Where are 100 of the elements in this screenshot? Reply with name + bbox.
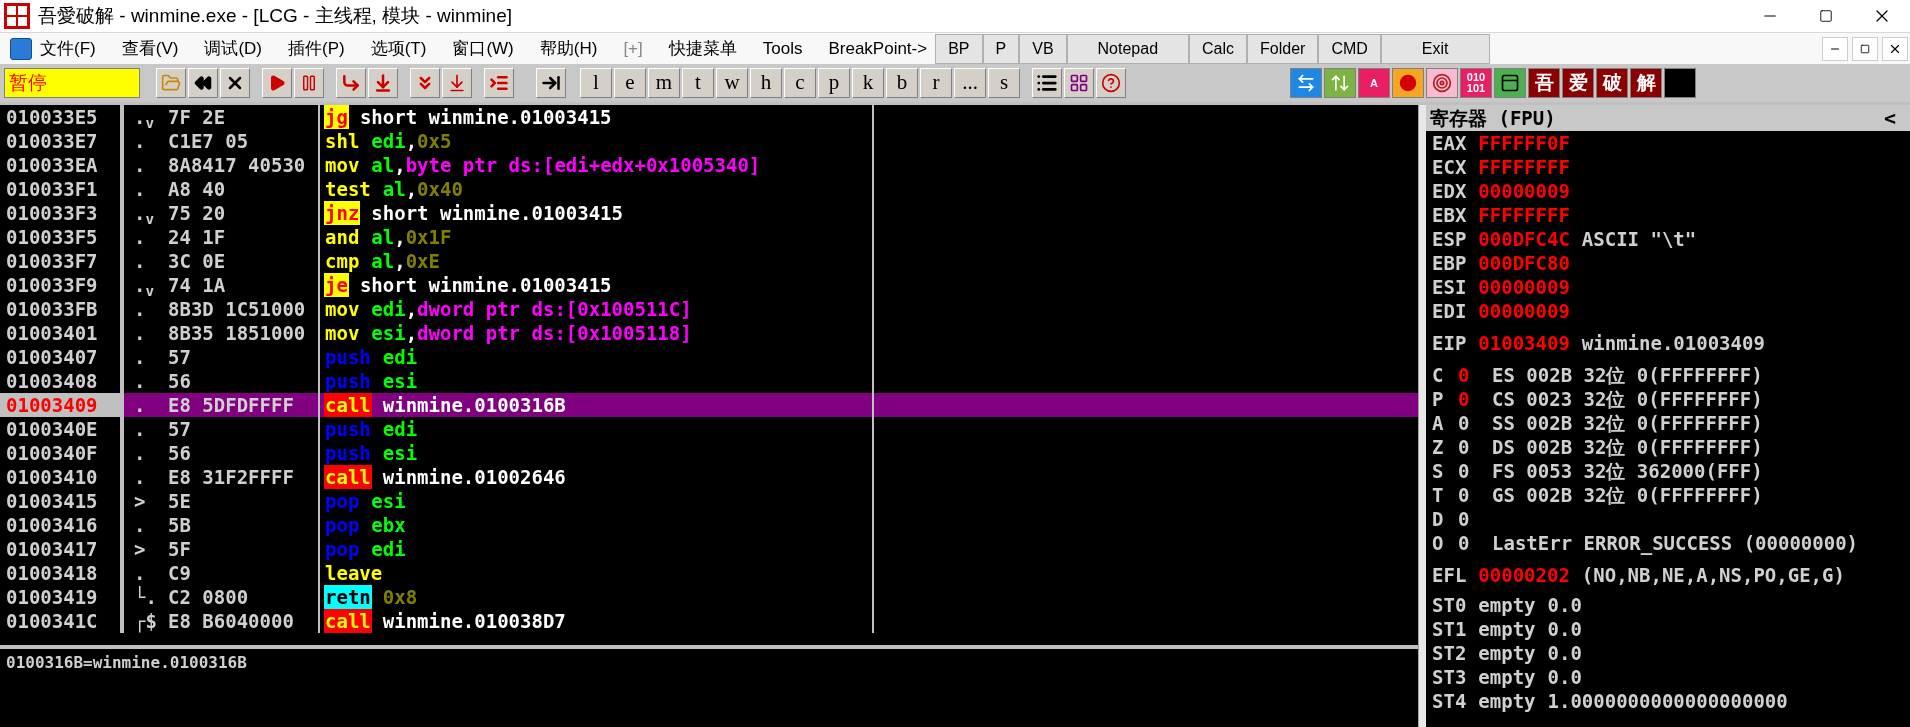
restore-icon[interactable] [1860, 43, 1870, 54]
mdi-restore-button[interactable] [1852, 36, 1878, 61]
jump-marker: . [133, 153, 147, 177]
address-cell-text: 0100341C [5, 609, 99, 633]
flag-value: 0 [1458, 387, 1471, 411]
register-name: ESP [1432, 227, 1467, 251]
menu-item[interactable]: 选项(T) [370, 35, 427, 62]
quick-button[interactable]: Calc [1189, 34, 1248, 64]
hex-bytes-cell-text: 75 20 [168, 201, 227, 225]
jump-marker: .$_{v}$ [133, 105, 156, 129]
plugin-button[interactable]: 破 [1596, 68, 1628, 98]
play-icon[interactable] [262, 68, 292, 98]
up-down-arrows-icon[interactable] [1324, 68, 1356, 98]
jump-marker: .$_{v}$ [133, 273, 156, 297]
plugin-button[interactable]: 解 [1630, 68, 1662, 98]
plugin-button[interactable]: 吾 [1528, 68, 1560, 98]
swap-arrows-icon[interactable] [1290, 68, 1322, 98]
window-letter-button[interactable]: r [920, 68, 952, 98]
flag-value: 0 [1458, 435, 1471, 459]
segment-info: GS 002B 32位 0(FFFFFFFF) [1492, 483, 1763, 507]
close-icon[interactable] [220, 68, 250, 98]
segment-info: FS 0053 32位 362000(FFF) [1492, 459, 1763, 483]
quick-button[interactable]: Notepad [1066, 34, 1190, 64]
quick-button[interactable]: VB [1019, 34, 1067, 64]
window-letter-button[interactable]: b [886, 68, 918, 98]
collapse-button[interactable]: < [1883, 105, 1896, 133]
empty-plugin-slot [1664, 68, 1696, 98]
address-cell-text: 01003408 [5, 369, 99, 393]
target-icon[interactable] [1426, 68, 1458, 98]
window-letter-button[interactable]: c [784, 68, 816, 98]
address-cell-text: 01003401 [5, 321, 99, 345]
address-cell-text: 010033F5 [5, 225, 99, 249]
instruction-cell-text: jnz short winmine.01003415 [323, 201, 624, 225]
hex-bytes-cell-text: C9 [168, 561, 192, 585]
instruction-cell-text: je short winmine.01003415 [323, 273, 613, 297]
address-cell-text: 010033F7 [5, 249, 99, 273]
register-name: ESI [1432, 275, 1467, 299]
go-to-icon[interactable] [536, 68, 566, 98]
menu-item[interactable]: 调试(D) [204, 35, 262, 62]
address-cell-text: 010033E5 [5, 105, 99, 129]
step-over-icon[interactable] [368, 68, 398, 98]
address-cell-text: 010033F1 [5, 177, 99, 201]
flag-name: P [1432, 387, 1445, 411]
menu-item[interactable]: 文件(F) [40, 35, 96, 62]
list-icon[interactable] [1032, 68, 1062, 98]
menu-item[interactable]: Tools [762, 35, 803, 62]
info-line: 0100316B=winmine.0100316B [6, 653, 247, 672]
window-letter-button[interactable]: w [716, 68, 748, 98]
step-into-icon[interactable] [336, 68, 366, 98]
menu-item[interactable]: 帮助(H) [539, 35, 598, 62]
rewind-icon[interactable] [188, 68, 218, 98]
flag-value: 0 [1458, 507, 1471, 531]
hex-bytes-cell-text: A8 40 [168, 177, 227, 201]
window-letter-button[interactable]: t [682, 68, 714, 98]
help-icon[interactable] [1096, 68, 1126, 98]
animate-over-icon[interactable] [442, 68, 472, 98]
plugin-button[interactable]: 010 101 [1460, 68, 1492, 98]
address-cell-text: 01003410 [5, 465, 99, 489]
fpu-state: empty [1478, 641, 1536, 665]
plugin-button[interactable]: A [1358, 68, 1390, 98]
register-value: 00000009 [1478, 179, 1570, 203]
jump-marker: . [133, 249, 147, 273]
animate-into-icon[interactable] [410, 68, 440, 98]
menu-item[interactable]: 窗口(W) [452, 35, 514, 62]
instruction-cell-text: leave [324, 561, 384, 585]
register-name: EDI [1432, 299, 1467, 323]
mdi-close-button[interactable] [1882, 36, 1908, 61]
quick-button[interactable]: CMD [1318, 34, 1381, 64]
open-folder-icon[interactable] [156, 68, 186, 98]
jump-marker: . [133, 393, 147, 417]
menu-item[interactable]: 快捷菜单 [668, 35, 737, 62]
run-to-return-icon[interactable] [484, 68, 514, 98]
window-letter-button[interactable]: p [818, 68, 850, 98]
menu-item[interactable]: 查看(V) [121, 35, 179, 62]
quick-button[interactable]: Exit [1380, 34, 1490, 64]
hex-bytes-cell-text: E8 B6040000 [168, 609, 295, 633]
window-letter-button[interactable]: l [580, 68, 612, 98]
quick-button[interactable]: Folder [1247, 34, 1319, 64]
restore-icon[interactable] [1819, 9, 1833, 23]
grid-icon[interactable] [1064, 68, 1094, 98]
window-letter-button[interactable]: k [852, 68, 884, 98]
jump-marker: └. [133, 585, 158, 609]
menu-item[interactable]: BreakPoint-> [828, 35, 928, 62]
register-name: EBX [1432, 203, 1467, 227]
window-letter-button[interactable]: h [750, 68, 782, 98]
instruction-cell-text: shl edi,0x5 [324, 129, 453, 153]
panel-icon[interactable] [1494, 68, 1526, 98]
pause-icon[interactable] [294, 68, 324, 98]
quick-button[interactable]: P [982, 34, 1020, 64]
plugin-button[interactable]: 爱 [1562, 68, 1594, 98]
hex-bytes-cell-text: 56 [168, 441, 192, 465]
window-letter-button[interactable]: e [614, 68, 646, 98]
flag-name: T [1432, 483, 1445, 507]
window-letter-button[interactable]: s [988, 68, 1020, 98]
window-letter-button[interactable]: ... [954, 68, 986, 98]
mdi-minimize-button[interactable] [1822, 36, 1848, 61]
window-letter-button[interactable]: m [648, 68, 680, 98]
hex-bytes-cell-text: E8 5DFDFFFF [168, 393, 295, 417]
menu-item[interactable]: 插件(P) [288, 35, 345, 62]
quick-button[interactable]: BP [935, 34, 983, 64]
